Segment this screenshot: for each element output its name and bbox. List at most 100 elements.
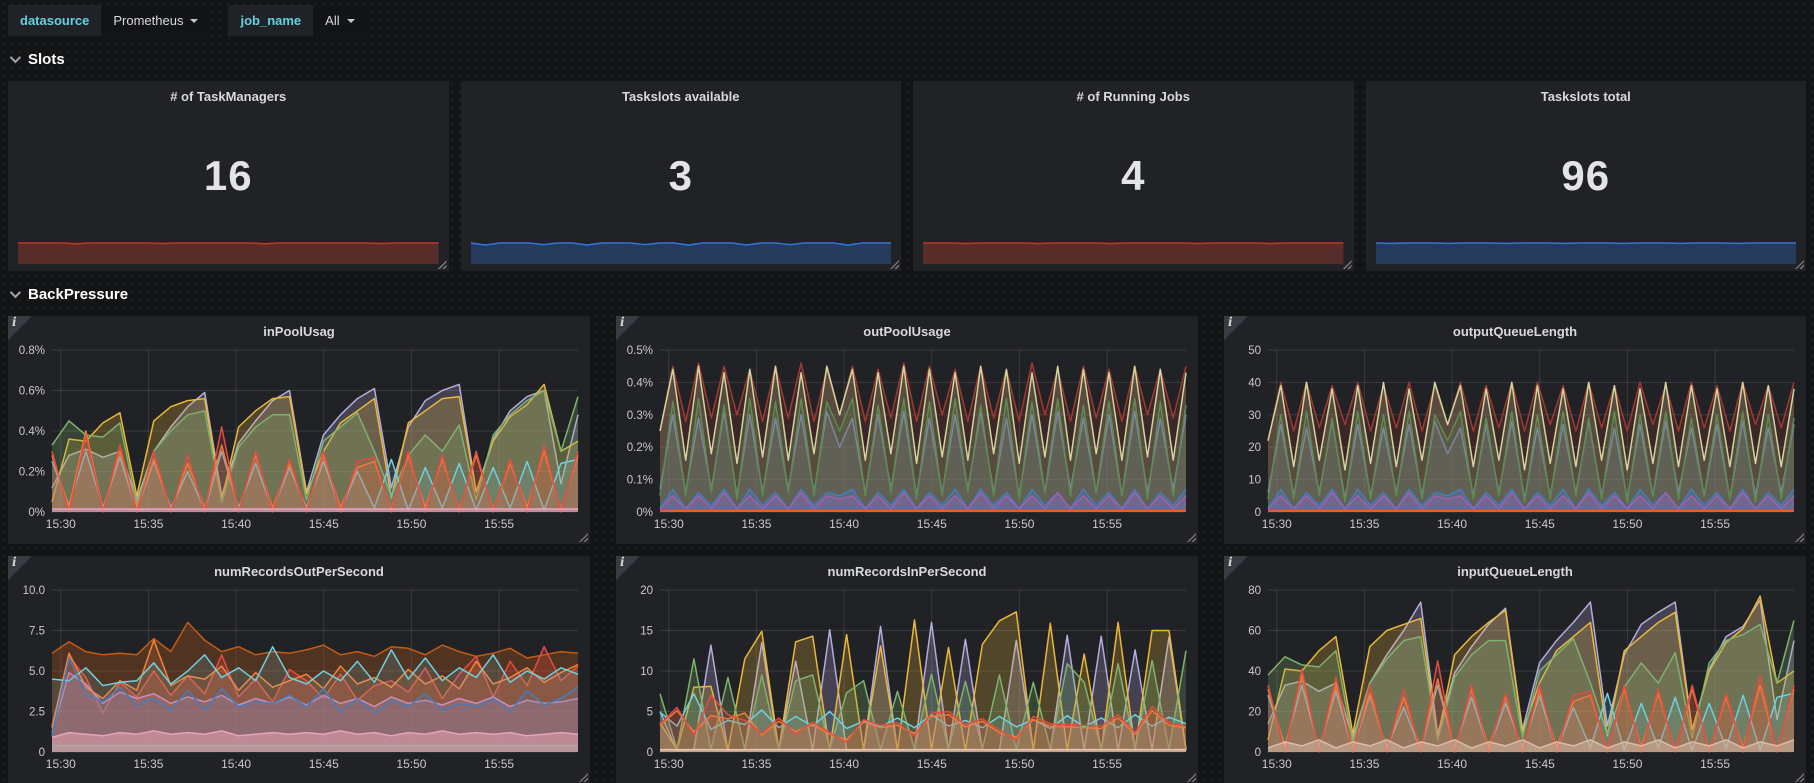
stat-value: 96 xyxy=(1561,152,1611,199)
chevron-down-icon xyxy=(9,286,22,299)
variable-job-name-dropdown[interactable]: All xyxy=(313,5,367,36)
variable-job-name-value: All xyxy=(325,13,340,28)
info-icon: i xyxy=(12,315,17,329)
panel-title[interactable]: Taskslots total xyxy=(1366,81,1807,109)
info-icon: i xyxy=(12,555,17,569)
svg-text:15:50: 15:50 xyxy=(1612,517,1642,531)
section-title: BackPressure xyxy=(28,285,129,303)
panel-title[interactable]: outputQueueLength xyxy=(1224,316,1806,344)
panel-title[interactable]: numRecordsOutPerSecond xyxy=(8,556,590,584)
svg-text:0: 0 xyxy=(1255,507,1261,519)
svg-text:15:30: 15:30 xyxy=(46,757,76,771)
stat-panel-taskslots-available: Taskslots available 3 xyxy=(460,81,902,271)
svg-text:2.5: 2.5 xyxy=(29,707,45,719)
panel-title[interactable]: # of TaskManagers xyxy=(8,81,449,109)
stat-sparkline xyxy=(18,242,439,264)
chart-canvas[interactable]: 0 20 40 60 80 15:30 15:35 15:40 15:45 15:50 15:55 xyxy=(1224,584,1806,783)
svg-text:15: 15 xyxy=(640,626,653,638)
svg-text:5: 5 xyxy=(647,707,653,719)
svg-text:15:45: 15:45 xyxy=(1525,757,1555,771)
chart-canvas[interactable]: 0 10 20 30 40 50 15:30 15:35 15:40 15:45 15:50 15:5… xyxy=(1224,344,1806,544)
svg-text:20: 20 xyxy=(1248,707,1261,719)
svg-text:0%: 0% xyxy=(28,507,45,519)
variable-datasource-dropdown[interactable]: Prometheus xyxy=(101,5,211,36)
svg-text:0.6%: 0.6% xyxy=(19,386,45,398)
panel-title[interactable]: numRecordsInPerSecond xyxy=(616,556,1198,584)
svg-text:15:45: 15:45 xyxy=(917,757,947,771)
svg-text:15:40: 15:40 xyxy=(829,517,859,531)
graph-panel-numrecordsoutpersecond: i numRecordsOutPerSecond 0 2.5 5.0 7.5 10.0 1… xyxy=(8,555,590,783)
svg-text:0.4%: 0.4% xyxy=(627,377,653,389)
chart-canvas[interactable]: 0% 0.2% 0.4% 0.6% 0.8% 15:30 15:35 15:40 15:45 15… xyxy=(8,344,590,544)
graph-panel-inputqueuelength: i inputQueueLength 0 20 40 60 80 15:30 15:35 15… xyxy=(1224,555,1806,783)
svg-text:0.2%: 0.2% xyxy=(19,467,45,479)
graph-panel-outpoolusage: i outPoolUsage 0% 0.1% 0.2% 0.3% 0.4% 0.5% 15:… xyxy=(616,315,1198,544)
stat-panel-taskslots-total: Taskslots total 96 xyxy=(1365,81,1807,271)
panel-title[interactable]: Taskslots available xyxy=(461,81,902,109)
chevron-down-icon xyxy=(9,51,22,64)
svg-text:10: 10 xyxy=(1248,475,1261,487)
svg-text:15:35: 15:35 xyxy=(133,517,163,531)
svg-text:15:35: 15:35 xyxy=(133,757,163,771)
svg-text:15:45: 15:45 xyxy=(309,757,339,771)
svg-text:15:35: 15:35 xyxy=(741,757,771,771)
svg-text:15:55: 15:55 xyxy=(484,517,514,531)
svg-text:10.0: 10.0 xyxy=(23,585,45,597)
svg-text:80: 80 xyxy=(1248,585,1261,597)
backpressure-panel-grid: i inPoolUsag 0% 0.2% 0.4% 0.6% 0.8% 15:30 15:3… xyxy=(8,315,1806,783)
panel-title[interactable]: inputQueueLength xyxy=(1224,556,1806,584)
svg-text:0.3%: 0.3% xyxy=(627,410,653,422)
svg-text:15:35: 15:35 xyxy=(1349,757,1379,771)
svg-text:15:35: 15:35 xyxy=(741,517,771,531)
resize-handle[interactable] xyxy=(1342,260,1352,269)
chart-canvas[interactable]: 0% 0.1% 0.2% 0.3% 0.4% 0.5% 15:30 15:35 15:40 15:… xyxy=(616,344,1198,544)
panel-title[interactable]: inPoolUsag xyxy=(8,316,590,344)
svg-text:15:40: 15:40 xyxy=(221,757,251,771)
resize-handle[interactable] xyxy=(890,260,899,269)
dashboard: datasource Prometheus job_name All Slots… xyxy=(0,0,1814,783)
chart-canvas[interactable]: 0 2.5 5.0 7.5 10.0 15:30 15:35 15:40 15:45 15:50 1… xyxy=(8,584,590,783)
svg-text:0: 0 xyxy=(647,747,653,759)
section-header-slots[interactable]: Slots xyxy=(9,49,1806,69)
svg-text:15:50: 15:50 xyxy=(1612,757,1642,771)
variable-datasource-label: datasource xyxy=(8,5,102,36)
svg-text:15:30: 15:30 xyxy=(46,517,76,531)
resize-handle[interactable] xyxy=(1795,260,1804,269)
info-icon: i xyxy=(1228,555,1233,569)
stat-value: 16 xyxy=(203,152,253,199)
stat-sparkline xyxy=(1375,242,1796,264)
svg-text:15:55: 15:55 xyxy=(1700,517,1730,531)
stat-panel-taskmanagers: # of TaskManagers 16 xyxy=(8,81,449,271)
svg-text:0: 0 xyxy=(39,747,45,759)
svg-text:0.8%: 0.8% xyxy=(19,345,45,357)
svg-text:15:55: 15:55 xyxy=(1092,517,1122,531)
svg-text:15:50: 15:50 xyxy=(1004,757,1034,771)
panel-title[interactable]: outPoolUsage xyxy=(616,316,1198,344)
resize-handle[interactable] xyxy=(437,260,447,269)
info-icon: i xyxy=(1228,315,1233,329)
chart-canvas[interactable]: 0 5 10 15 20 15:30 15:35 15:40 15:45 15:50 15:55 xyxy=(616,584,1198,783)
graph-panel-inpoolusage: i inPoolUsag 0% 0.2% 0.4% 0.6% 0.8% 15:30 15:3… xyxy=(8,315,590,544)
caret-down-icon xyxy=(346,18,355,23)
svg-text:60: 60 xyxy=(1248,626,1261,638)
caret-down-icon xyxy=(190,18,199,23)
svg-text:40: 40 xyxy=(1248,666,1261,678)
panel-title[interactable]: # of Running Jobs xyxy=(913,81,1354,109)
svg-text:15:50: 15:50 xyxy=(396,517,426,531)
svg-text:15:40: 15:40 xyxy=(1437,517,1467,531)
svg-text:15:40: 15:40 xyxy=(829,757,859,771)
svg-text:15:45: 15:45 xyxy=(917,517,947,531)
svg-text:15:50: 15:50 xyxy=(396,757,426,771)
svg-text:15:55: 15:55 xyxy=(484,757,514,771)
stat-sparkline xyxy=(470,242,891,264)
stat-value: 3 xyxy=(668,152,693,199)
svg-text:15:55: 15:55 xyxy=(1700,757,1730,771)
svg-text:40: 40 xyxy=(1248,377,1261,389)
svg-text:20: 20 xyxy=(640,585,653,597)
section-header-backpressure[interactable]: BackPressure xyxy=(9,284,1806,304)
svg-text:15:55: 15:55 xyxy=(1092,757,1122,771)
svg-text:15:50: 15:50 xyxy=(1004,517,1034,531)
svg-text:20: 20 xyxy=(1248,442,1261,454)
variable-job-name: job_name All xyxy=(228,5,367,36)
svg-text:15:40: 15:40 xyxy=(1437,757,1467,771)
